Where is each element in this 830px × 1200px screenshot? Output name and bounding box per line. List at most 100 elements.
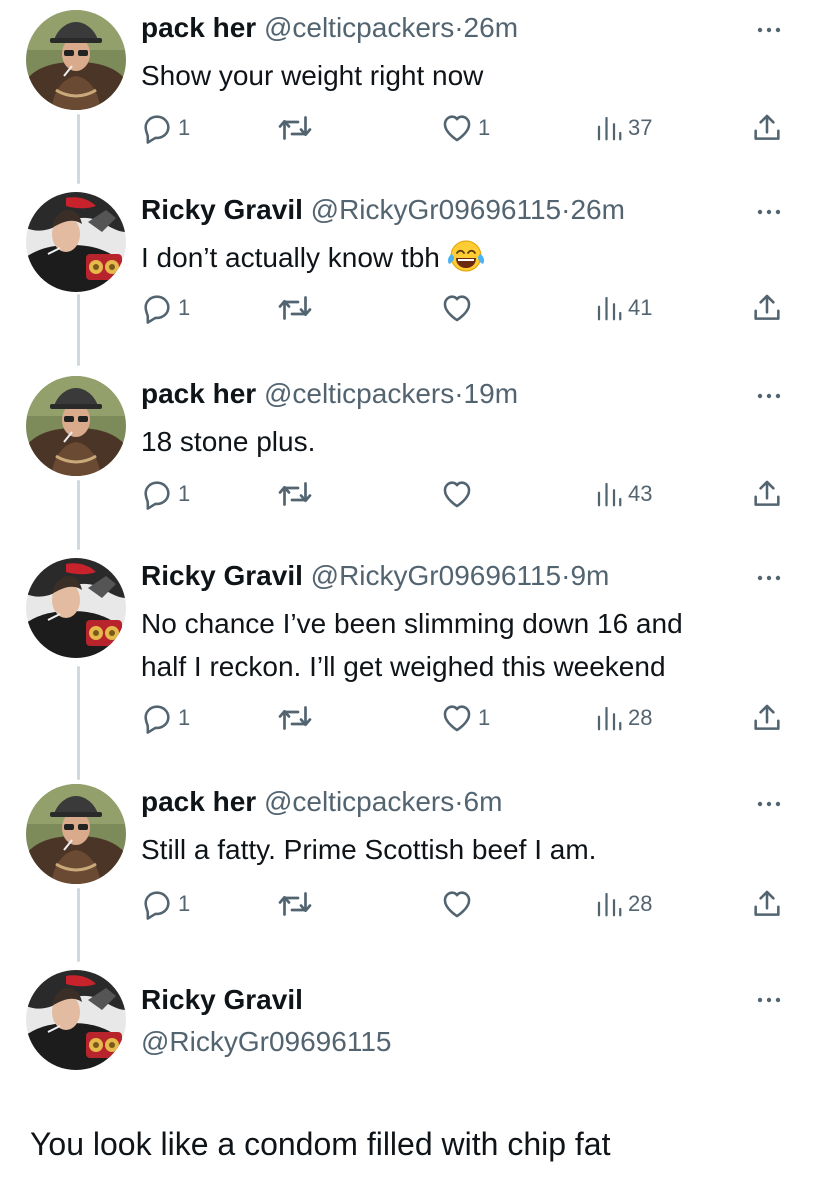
views-button[interactable]: 37 [594, 108, 652, 148]
tweet-header: Ricky Gravil @RickyGr09696115·9m [141, 558, 609, 594]
user-handle[interactable]: @RickyGr09696115 [311, 560, 561, 591]
like-button[interactable]: 1 [440, 698, 490, 738]
reply-count: 1 [178, 115, 191, 140]
share-button[interactable] [750, 288, 784, 328]
retweet-button[interactable] [277, 698, 313, 738]
display-name[interactable]: pack her [141, 12, 256, 43]
tweet-text: Show your weight right now [141, 60, 484, 91]
avatar[interactable] [26, 558, 126, 658]
more-dots-icon[interactable] [752, 202, 786, 222]
avatar[interactable] [26, 970, 126, 1070]
tweet-header: pack her @celticpackers·6m [141, 784, 502, 820]
tweet-text: I don’t actually know tbh [141, 236, 791, 279]
reply-button[interactable]: 1 [140, 474, 190, 514]
heart-icon [440, 701, 474, 735]
bar-chart-icon [594, 113, 624, 143]
view-count: 28 [628, 705, 653, 730]
share-icon [750, 477, 784, 511]
share-icon [750, 111, 784, 145]
share-icon [750, 701, 784, 735]
retweet-button[interactable] [277, 884, 313, 924]
tweet-text: 18 stone plus. [141, 426, 316, 457]
separator-dot: · [454, 378, 464, 409]
bar-chart-icon [594, 889, 624, 919]
like-count: 1 [478, 705, 491, 730]
heart-icon [440, 291, 474, 325]
share-button[interactable] [750, 474, 784, 514]
user-handle[interactable]: @celticpackers [264, 378, 454, 409]
more-dots-icon[interactable] [752, 20, 786, 40]
comment-bubble-icon [140, 887, 174, 921]
retweet-button[interactable] [277, 474, 313, 514]
display-name[interactable]: pack her [141, 786, 256, 817]
bar-chart-icon [594, 293, 624, 323]
reply-button[interactable]: 1 [140, 884, 190, 924]
retweet-icon [277, 476, 313, 512]
views-button[interactable]: 43 [594, 474, 652, 514]
heart-icon [440, 887, 474, 921]
retweet-button[interactable] [277, 288, 313, 328]
composer-name-line: Ricky Gravil [141, 982, 303, 1018]
bar-chart-icon [594, 703, 624, 733]
reply-count: 1 [178, 295, 191, 320]
timestamp[interactable]: 19m [464, 378, 518, 409]
user-handle[interactable]: @celticpackers [264, 12, 454, 43]
reply-count: 1 [178, 705, 191, 730]
like-button[interactable] [440, 474, 478, 514]
timestamp[interactable]: 26m [464, 12, 518, 43]
user-handle[interactable]: @RickyGr09696115 [311, 194, 561, 225]
avatar[interactable] [26, 10, 126, 110]
like-button[interactable] [440, 288, 478, 328]
share-button[interactable] [750, 108, 784, 148]
reply-count: 1 [178, 891, 191, 916]
action-bar: 1 1 28 [0, 698, 830, 738]
tweet-text: Still a fatty. Prime Scottish beef I am. [141, 834, 597, 865]
views-button[interactable]: 28 [594, 884, 652, 924]
tweet-text: No chance I’ve been slimming down 16 and… [141, 602, 791, 688]
tweet-header: Ricky Gravil @RickyGr09696115·26m [141, 192, 625, 228]
tweet-text-content: I don’t actually know tbh [141, 242, 440, 273]
share-icon [750, 291, 784, 325]
reply-text[interactable]: You look like a condom filled with chip … [30, 1124, 610, 1164]
display-name[interactable]: Ricky Gravil [141, 560, 303, 591]
share-icon [750, 887, 784, 921]
timestamp[interactable]: 26m [570, 194, 624, 225]
reply-button[interactable]: 1 [140, 288, 190, 328]
reply-button[interactable]: 1 [140, 108, 190, 148]
comment-bubble-icon [140, 111, 174, 145]
user-handle[interactable]: @RickyGr09696115 [141, 1024, 391, 1060]
timestamp[interactable]: 6m [464, 786, 503, 817]
more-dots-icon[interactable] [752, 794, 786, 814]
views-button[interactable]: 28 [594, 698, 652, 738]
reply-button[interactable]: 1 [140, 698, 190, 738]
share-button[interactable] [750, 884, 784, 924]
display-name[interactable]: Ricky Gravil [141, 194, 303, 225]
timestamp[interactable]: 9m [570, 560, 609, 591]
action-bar: 1 1 37 [0, 108, 830, 148]
retweet-icon [277, 110, 313, 146]
more-dots-icon[interactable] [752, 386, 786, 406]
avatar[interactable] [26, 376, 126, 476]
view-count: 28 [628, 891, 653, 916]
display-name[interactable]: Ricky Gravil [141, 984, 303, 1015]
share-button[interactable] [750, 698, 784, 738]
avatar[interactable] [26, 784, 126, 884]
comment-bubble-icon [140, 477, 174, 511]
action-bar: 1 41 [0, 288, 830, 328]
like-button[interactable]: 1 [440, 108, 490, 148]
avatar[interactable] [26, 192, 126, 292]
user-handle[interactable]: @celticpackers [264, 786, 454, 817]
like-button[interactable] [440, 884, 478, 924]
views-button[interactable]: 41 [594, 288, 652, 328]
separator-dot: · [454, 12, 464, 43]
bar-chart-icon [594, 479, 624, 509]
retweet-button[interactable] [277, 108, 313, 148]
face-with-tears-of-joy-icon [446, 239, 486, 273]
like-count: 1 [478, 115, 491, 140]
more-dots-icon[interactable] [752, 568, 786, 588]
more-dots-icon[interactable] [752, 990, 786, 1010]
tweet-header: pack her @celticpackers·26m [141, 10, 518, 46]
comment-bubble-icon [140, 291, 174, 325]
action-bar: 1 28 [0, 884, 830, 924]
display-name[interactable]: pack her [141, 378, 256, 409]
